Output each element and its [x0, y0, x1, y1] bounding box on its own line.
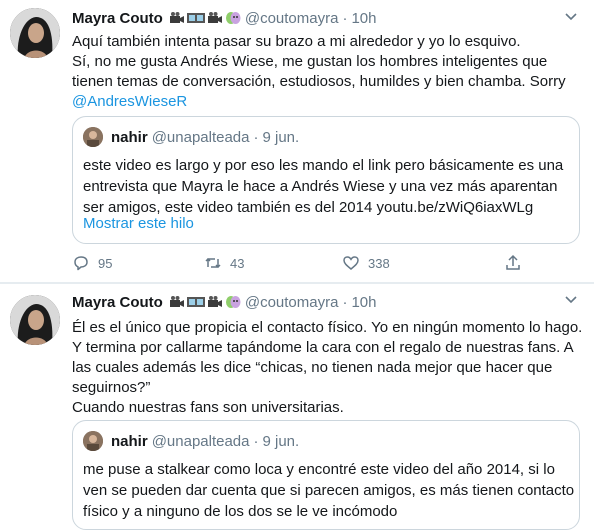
tweet-header: Mayra Couto @coutomayra · 10h: [72, 8, 376, 28]
tweet-time[interactable]: 10h: [351, 294, 376, 311]
avatar[interactable]: [10, 8, 60, 58]
author-handle[interactable]: @coutomayra: [245, 10, 339, 27]
movie-camera-icon: [207, 296, 222, 307]
tweet-text: Él es el único que propicia el contacto …: [72, 318, 582, 418]
tweet-actions: 95 43 338: [72, 254, 552, 274]
heart-icon: [343, 256, 359, 270]
reply-icon: [74, 256, 88, 271]
separator-dot: ·: [253, 432, 259, 450]
quoted-text-line: físico y a ninguno de los dos se le ve i…: [83, 503, 398, 520]
retweet-button[interactable]: 43: [204, 254, 244, 272]
quoted-text-line: ven se pueden dar cuenta que si parecen …: [83, 482, 575, 499]
quoted-tweet[interactable]: nahir @unapalteada · 9 jun. este video e…: [72, 116, 580, 244]
tweet-text: Aquí también intenta pasar su brazo a mi…: [72, 32, 582, 112]
separator-dot: ·: [342, 9, 348, 27]
chevron-down-icon[interactable]: [564, 293, 578, 307]
author-name[interactable]: Mayra Couto: [72, 10, 163, 27]
quoted-tweet-time: 9 jun.: [262, 432, 300, 450]
quoted-tweet[interactable]: nahir @unapalteada · 9 jun. me puse a st…: [72, 420, 580, 530]
movie-camera-icon: [169, 296, 184, 307]
separator-dot: ·: [342, 293, 348, 311]
film-frames-icon: [186, 297, 205, 307]
show-thread-link[interactable]: Mostrar este hilo: [83, 215, 194, 232]
share-button[interactable]: [504, 254, 522, 272]
avatar: [83, 431, 103, 451]
tweet-time[interactable]: 10h: [351, 10, 376, 27]
author-name[interactable]: Mayra Couto: [72, 294, 163, 311]
quoted-tweet-header: nahir @unapalteada · 9 jun.: [83, 127, 299, 147]
quoted-author-handle: @unapalteada: [151, 128, 250, 146]
tweet-text-line: las cuales además les dice “chicas, no t…: [72, 359, 553, 376]
quoted-author-name: nahir: [111, 432, 148, 450]
quoted-tweet-text: me puse a stalkear como loca y encontré …: [83, 459, 575, 522]
author-handle[interactable]: @coutomayra: [245, 294, 339, 311]
reply-button[interactable]: 95: [72, 254, 112, 272]
chevron-down-icon[interactable]: [564, 10, 578, 24]
reply-count: 95: [98, 255, 113, 271]
quoted-text-line: este video es largo y por eso les mando …: [83, 157, 564, 174]
like-count: 338: [368, 255, 390, 271]
quoted-tweet-header: nahir @unapalteada · 9 jun.: [83, 431, 299, 451]
retweet-count: 43: [230, 255, 245, 271]
performing-arts-icon: [225, 12, 241, 24]
tweet-text-line: tienen temas de conversación, estudiosos…: [72, 73, 566, 90]
like-button[interactable]: 338: [342, 254, 390, 272]
tweet-text-line: Y termina por callarme tapándome la cara…: [72, 339, 574, 356]
tweet-text-line: seguirnos?”: [72, 379, 151, 396]
performing-arts-icon: [225, 296, 241, 308]
retweet-icon: [205, 257, 221, 269]
quoted-author-name: nahir: [111, 128, 148, 146]
tweet-text-line: Sí, no me gusta Andrés Wiese, me gustan …: [72, 53, 548, 70]
name-emojis: [169, 11, 241, 25]
movie-camera-icon: [207, 12, 222, 23]
quoted-text-line: entrevista que Mayra le hace a Andrés Wi…: [83, 178, 558, 195]
separator-dot: ·: [253, 128, 259, 146]
share-icon: [506, 254, 520, 270]
quoted-tweet-text: este video es largo y por eso les mando …: [83, 155, 571, 218]
quoted-author-handle: @unapalteada: [151, 432, 250, 450]
tweet-text-line: Aquí también intenta pasar su brazo a mi…: [72, 33, 521, 50]
avatar: [83, 127, 103, 147]
mention-link[interactable]: @AndresWieseR: [72, 92, 582, 112]
movie-camera-icon: [169, 12, 184, 23]
avatar[interactable]: [10, 295, 60, 345]
tweet-divider: [0, 283, 594, 284]
quoted-text-line: me puse a stalkear como loca y encontré …: [83, 461, 555, 478]
quoted-tweet-time: 9 jun.: [262, 128, 300, 146]
tweet-text-line: Cuando nuestras fans son universitarias.: [72, 399, 344, 416]
name-emojis: [169, 295, 241, 309]
tweet-header: Mayra Couto @coutomayra · 10h: [72, 292, 376, 312]
tweet-text-line: Él es el único que propicia el contacto …: [72, 319, 583, 336]
film-frames-icon: [186, 13, 205, 23]
